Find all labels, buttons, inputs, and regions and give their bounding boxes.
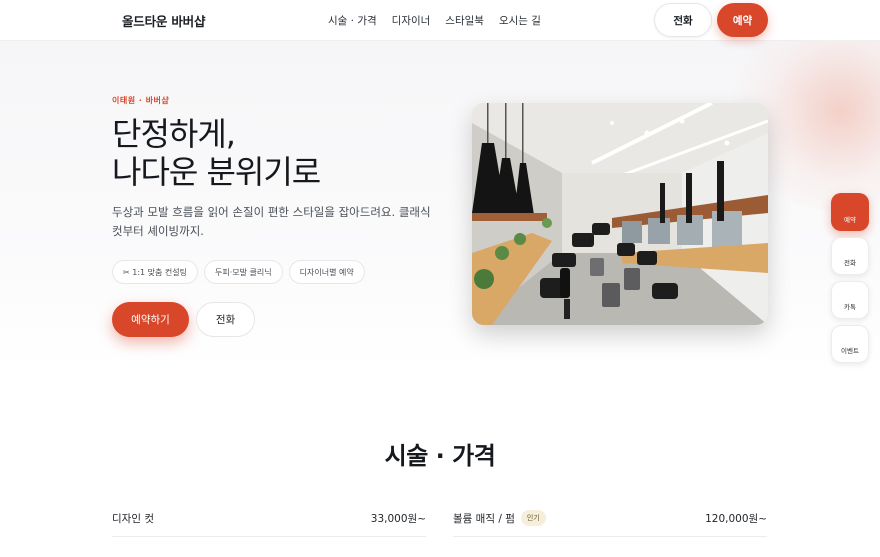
price-list-left: 디자인 컷 33,000원~ (112, 500, 426, 537)
float-book-button[interactable]: 예약 (831, 193, 869, 231)
price-item-name-wrapper: 볼륨 매직 / 펌 인기 (453, 510, 546, 526)
price-item-value: 120,000원~ (705, 512, 767, 525)
float-kakao-button[interactable]: 카톡 (831, 281, 869, 319)
hero-book-button[interactable]: 예약하기 (112, 302, 189, 337)
nav-link-designers[interactable]: 디자이너 (392, 13, 431, 28)
float-call-button[interactable]: 전화 (831, 237, 869, 275)
hero-eyebrow: 이태원 · 바버샵 (112, 96, 170, 105)
prices-section-title: 시술 · 가격 (384, 442, 496, 470)
header-book-button[interactable]: 예약 (717, 3, 768, 37)
nav-link-stylebook[interactable]: 스타일북 (445, 13, 484, 28)
hero-headline: 단정하게, 나다운 분위기로 (112, 115, 321, 191)
price-item-value: 33,000원~ (370, 512, 426, 525)
headline-line-2: 나다운 분위기로 (112, 153, 321, 191)
hero-section: 이태원 · 바버샵 단정하게, 나다운 분위기로 두상과 모발 흐름을 읽어 손… (0, 41, 880, 371)
headline-line-1: 단정하게, (112, 115, 236, 153)
site-header: 올드타운 바버샵 시술 · 가격 디자이너 스타일북 오시는 길 전화 예약 (0, 0, 880, 41)
chip-clinic: 두피·모발 클리닉 (204, 260, 283, 284)
brand-logo[interactable]: 올드타운 바버샵 (122, 11, 205, 30)
float-event-button[interactable]: 이벤트 (831, 325, 869, 363)
price-item-name: 디자인 컷 (112, 512, 154, 525)
price-list-right: 볼륨 매직 / 펌 인기 120,000원~ (453, 500, 767, 537)
hero-description: 두상과 모발 흐름을 읽어 손질이 편한 스타일을 잡아드려요. 클래식 컷부터… (112, 205, 431, 238)
feature-chips: ✂ 1:1 맞춤 컨설팅 두피·모발 클리닉 디자이너별 예약 (112, 260, 365, 284)
price-item-name: 볼륨 매직 / 펌 (453, 512, 515, 525)
chip-designer-booking: 디자이너별 예약 (288, 260, 365, 284)
popular-badge: 인기 (520, 510, 546, 526)
salon-interior-image (472, 103, 768, 325)
price-row: 디자인 컷 33,000원~ (112, 500, 426, 537)
main-nav: 시술 · 가격 디자이너 스타일북 오시는 길 (328, 13, 541, 28)
price-row: 볼륨 매직 / 펌 인기 120,000원~ (453, 500, 767, 537)
header-call-button[interactable]: 전화 (654, 3, 712, 37)
hero-call-button[interactable]: 전화 (196, 302, 255, 337)
nav-link-directions[interactable]: 오시는 길 (499, 13, 541, 28)
chip-consulting: ✂ 1:1 맞춤 컨설팅 (112, 260, 199, 284)
nav-link-services[interactable]: 시술 · 가격 (328, 13, 377, 28)
